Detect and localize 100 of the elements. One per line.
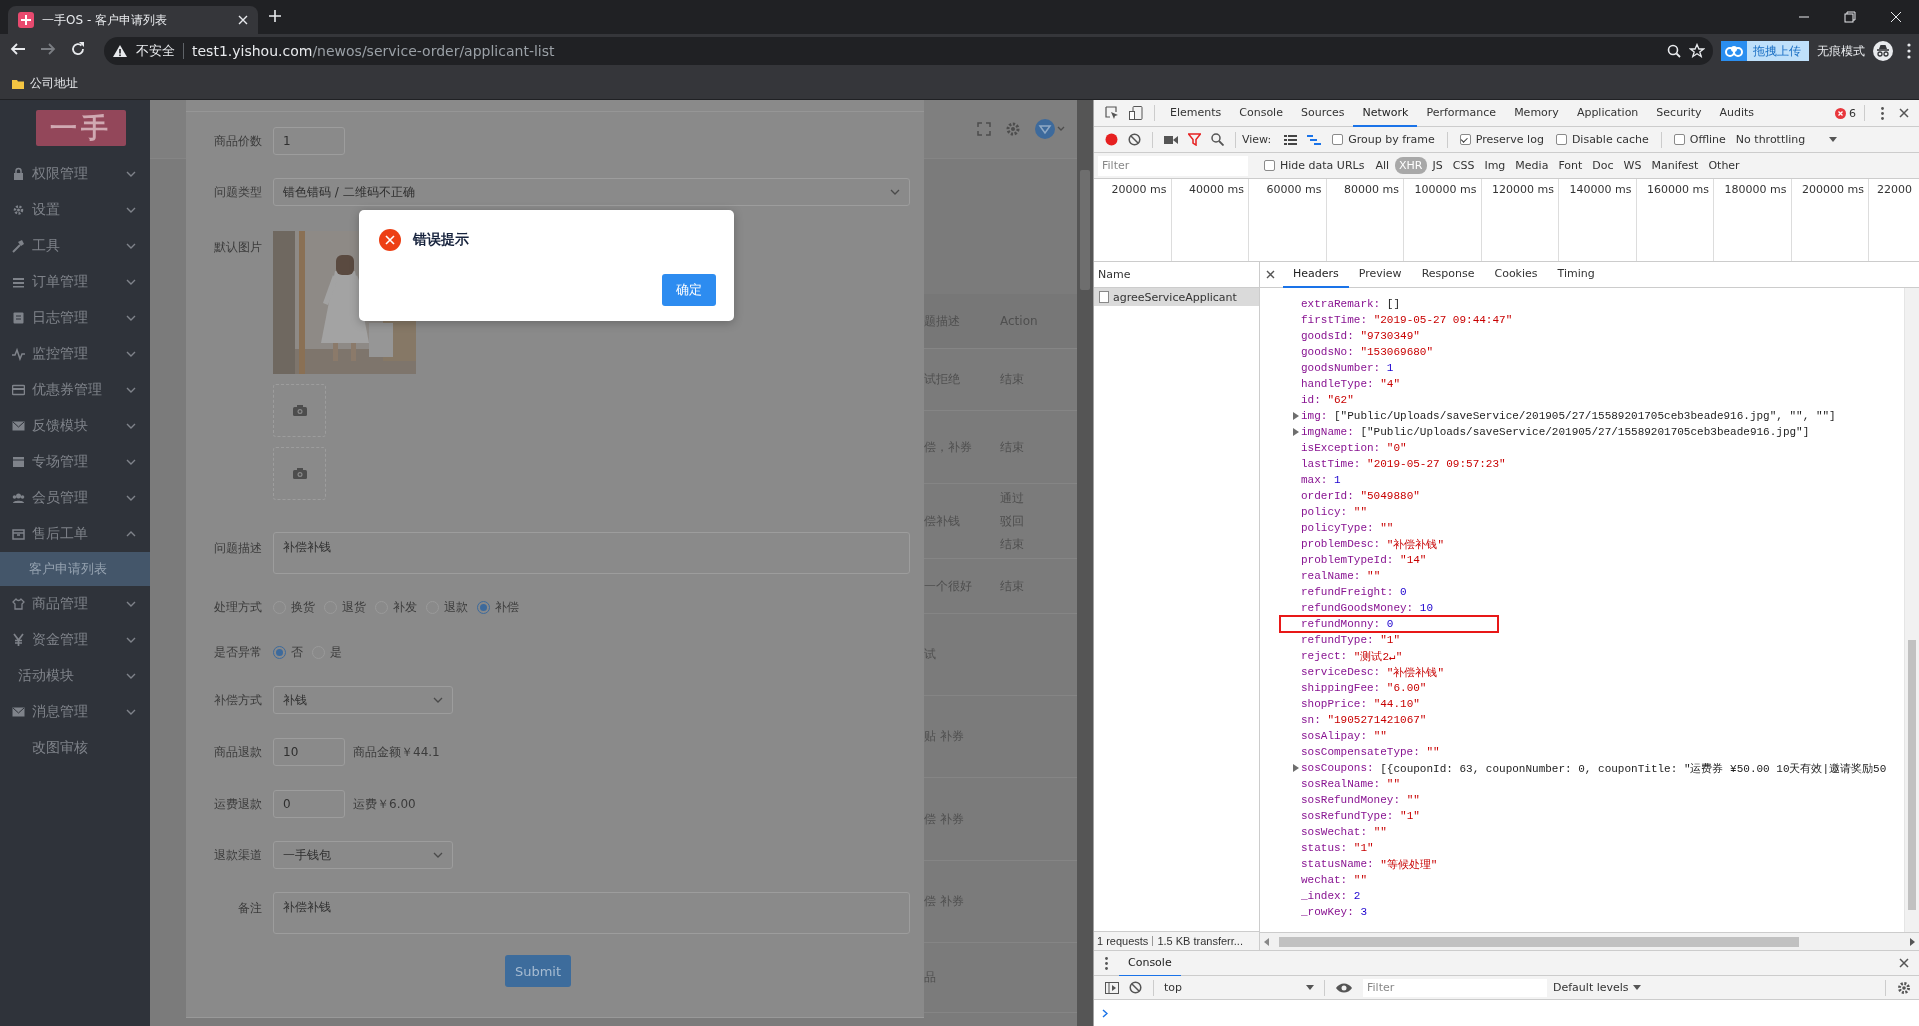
menu-icon[interactable] [1881, 106, 1884, 120]
search-icon[interactable] [1667, 44, 1681, 58]
star-icon[interactable] [1689, 43, 1705, 59]
expand-icon[interactable] [1293, 764, 1299, 772]
checkbox[interactable]: Group by frame [1332, 133, 1435, 146]
radio-option[interactable]: 退货 [324, 599, 366, 616]
filter-icon[interactable] [1188, 133, 1201, 146]
radio-option[interactable]: 退款 [426, 599, 468, 616]
menu-icon[interactable] [1907, 43, 1911, 59]
radio-option[interactable]: 换货 [273, 599, 315, 616]
expand-icon[interactable] [1293, 428, 1299, 436]
sidebar-item[interactable]: 专场管理 [0, 444, 150, 480]
video-camera-icon[interactable] [1164, 134, 1178, 145]
incognito-icon[interactable] [1873, 41, 1893, 61]
inspect-icon[interactable] [1105, 106, 1119, 120]
request-row[interactable]: agreeServiceApplicant [1094, 288, 1259, 306]
restore-icon[interactable] [1844, 11, 1856, 23]
select-field[interactable]: 补钱 [273, 686, 453, 714]
waterfall-icon[interactable] [1307, 134, 1322, 145]
list-view-icon[interactable] [1284, 134, 1298, 145]
panel-tab[interactable]: Performance [1417, 100, 1506, 127]
sidebar-item[interactable]: 监控管理 [0, 336, 150, 372]
sidebar-item[interactable]: 订单管理 [0, 264, 150, 300]
bookmark-link[interactable]: 公司地址 [30, 75, 78, 92]
checkbox[interactable]: Disable cache [1555, 133, 1649, 146]
sidebar-item[interactable]: 日志管理 [0, 300, 150, 336]
input-field[interactable]: 10 [273, 738, 345, 766]
menu-icon[interactable] [1105, 956, 1108, 970]
input-field[interactable]: 1 [273, 127, 345, 155]
type-filter[interactable]: WS [1619, 157, 1646, 174]
type-filter[interactable]: XHR [1395, 157, 1427, 174]
panel-tab[interactable]: Security [1647, 100, 1711, 127]
throttling-select[interactable]: No throttling [1735, 133, 1838, 146]
sidebar-item[interactable]: 设置 [0, 192, 150, 228]
text-area[interactable]: 补偿补钱 [273, 532, 910, 574]
type-filter[interactable]: CSS [1448, 157, 1479, 174]
eye-icon[interactable] [1336, 982, 1352, 993]
scrollbar[interactable] [1260, 932, 1919, 950]
upload-box[interactable] [273, 447, 326, 500]
panel-tab[interactable]: Audits [1710, 100, 1764, 127]
sidebar-subitem[interactable]: 客户申请列表 [0, 552, 150, 586]
sidebar-item[interactable]: 会员管理 [0, 480, 150, 516]
type-filter[interactable]: Doc [1588, 157, 1618, 174]
type-filter[interactable]: All [1371, 157, 1394, 174]
type-filter[interactable]: JS [1428, 157, 1447, 174]
panel-tab[interactable]: Console [1230, 100, 1292, 127]
detail-tab[interactable]: Preview [1348, 261, 1412, 288]
browser-tab[interactable]: 一手OS - 客户申请列表 [8, 6, 258, 34]
forward-icon[interactable] [40, 41, 56, 57]
context-select[interactable]: top [1160, 981, 1318, 994]
text-area[interactable]: 补偿补钱 [273, 892, 910, 934]
levels-select[interactable]: Default levels [1553, 981, 1641, 994]
type-filter[interactable]: Img [1480, 157, 1510, 174]
sidebar-item[interactable]: 工具 [0, 228, 150, 264]
close-icon[interactable] [1266, 270, 1275, 279]
back-icon[interactable] [10, 41, 26, 57]
filter-field[interactable]: Filter [1363, 978, 1547, 997]
checkbox[interactable]: Offline [1673, 133, 1726, 146]
input-field[interactable]: 0 [273, 790, 345, 818]
submit-button[interactable]: Submit [505, 955, 571, 987]
radio-option[interactable]: 补偿 [477, 599, 519, 616]
sidebar-item[interactable]: 售后工单 [0, 516, 150, 552]
radio-option[interactable]: 是 [312, 644, 342, 661]
close-icon[interactable] [1899, 958, 1909, 968]
detail-tab[interactable]: Cookies [1484, 261, 1548, 288]
expand-icon[interactable] [1293, 412, 1299, 420]
detail-tab[interactable]: Timing [1547, 261, 1605, 288]
upload-box[interactable] [273, 384, 326, 437]
type-filter[interactable]: Font [1554, 157, 1587, 174]
scrollbar[interactable] [1904, 288, 1919, 932]
filter-field[interactable]: Filter [1098, 155, 1248, 176]
panel-tab[interactable]: Elements [1161, 100, 1231, 127]
record-icon[interactable] [1105, 133, 1118, 146]
sidebar-item[interactable]: 活动模块 [0, 658, 150, 694]
clear-icon[interactable] [1129, 981, 1142, 994]
sidebar-toggle-icon[interactable] [1105, 981, 1119, 994]
upload-button[interactable]: 拖拽上传 [1721, 41, 1809, 61]
close-icon[interactable] [1899, 108, 1909, 118]
sidebar-item[interactable]: 商品管理 [0, 586, 150, 622]
confirm-button[interactable]: 确定 [662, 274, 716, 306]
radio-option[interactable]: 补发 [375, 599, 417, 616]
sidebar-item[interactable]: 消息管理 [0, 694, 150, 730]
scrollbar[interactable] [1077, 100, 1093, 1026]
reload-icon[interactable] [70, 41, 86, 57]
panel-tab[interactable]: Application [1567, 100, 1648, 127]
type-filter[interactable]: Other [1704, 157, 1744, 174]
settings-icon[interactable] [1897, 980, 1911, 995]
new-tab-icon[interactable] [268, 9, 282, 23]
checkbox[interactable]: Hide data URLs [1264, 159, 1365, 172]
panel-tab[interactable]: Sources [1291, 100, 1354, 127]
sidebar-item[interactable]: 优惠券管理 [0, 372, 150, 408]
device-icon[interactable] [1129, 106, 1143, 120]
search-icon[interactable] [1211, 133, 1224, 146]
sidebar-item[interactable]: 改图审核 [0, 730, 150, 766]
detail-tab[interactable]: Response [1411, 261, 1485, 288]
radio-option[interactable]: 否 [273, 644, 303, 661]
type-filter[interactable]: Media [1511, 157, 1553, 174]
type-filter[interactable]: Manifest [1647, 157, 1703, 174]
clear-icon[interactable] [1128, 133, 1141, 146]
panel-tab[interactable]: Memory [1505, 100, 1568, 127]
